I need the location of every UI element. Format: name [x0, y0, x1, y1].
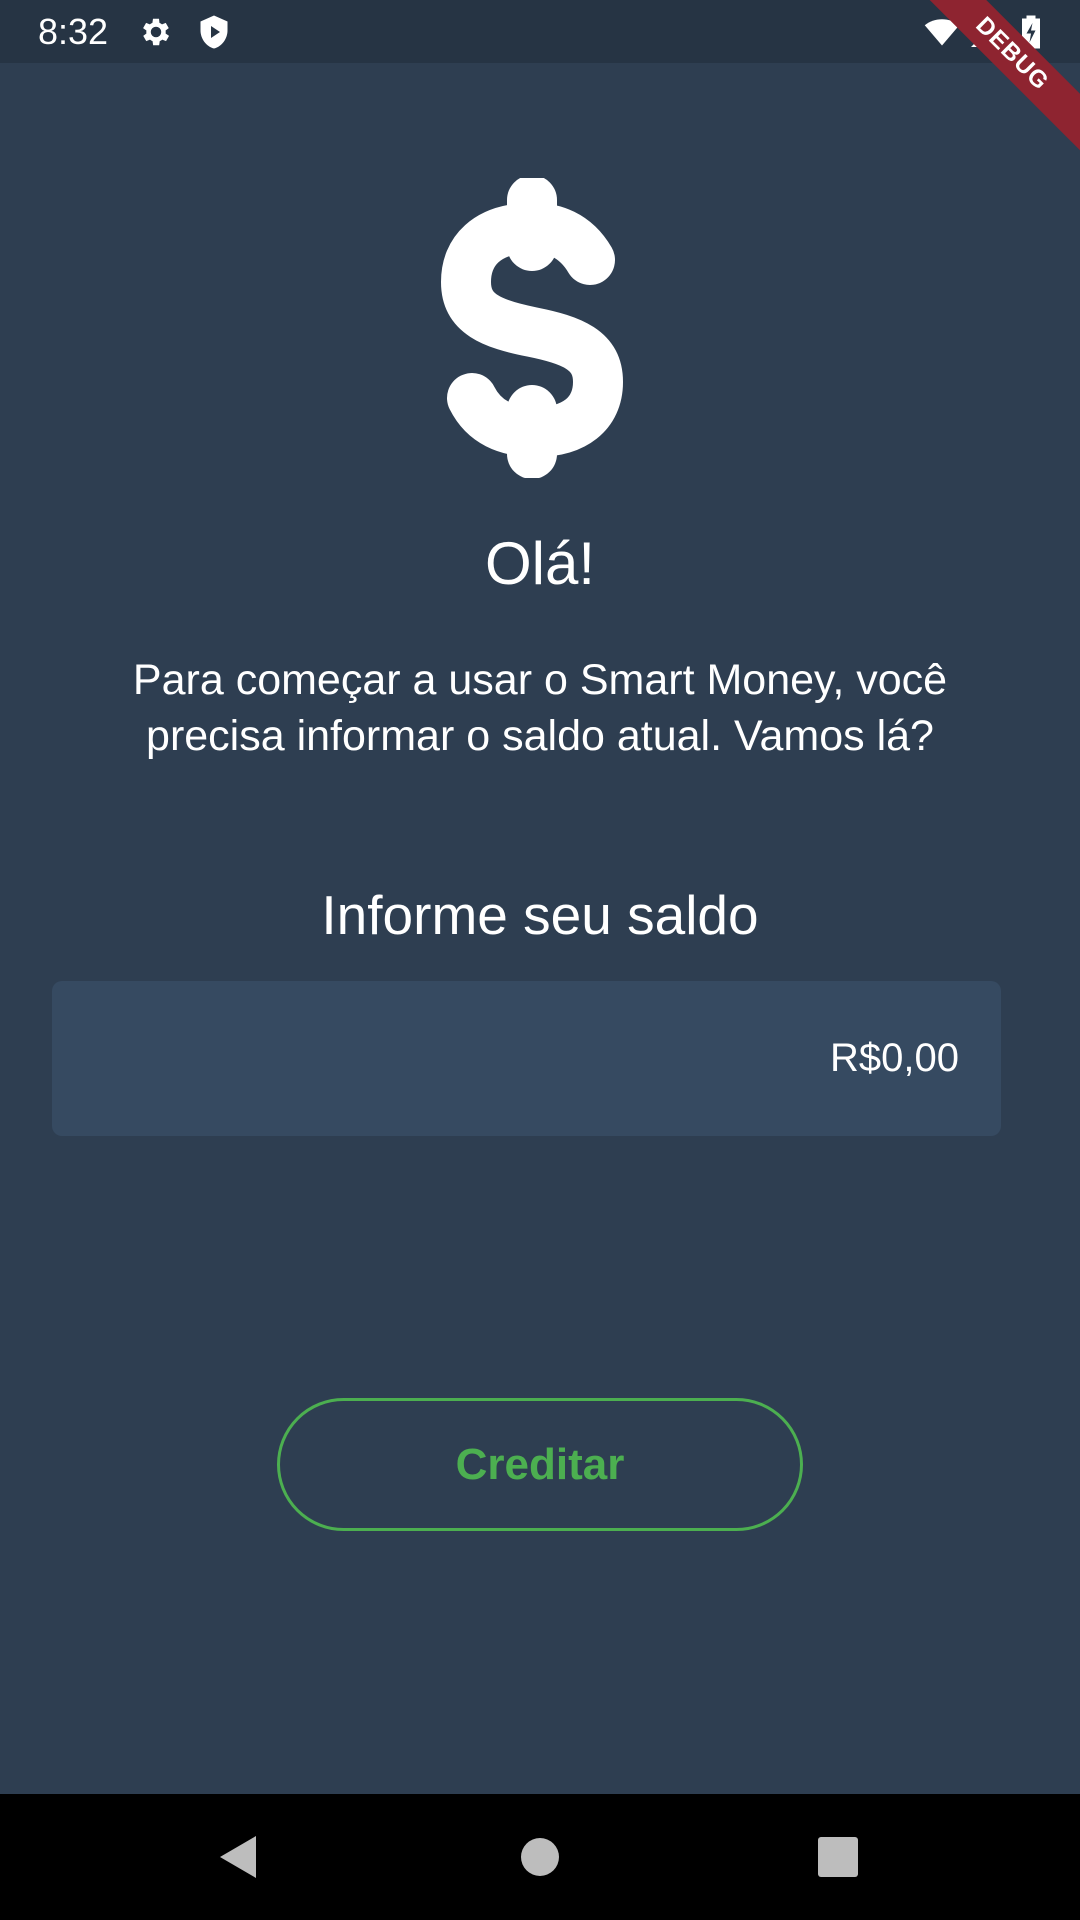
status-bar: 8:32 [0, 0, 1080, 63]
back-icon[interactable] [214, 1832, 264, 1882]
navigation-bar [0, 1794, 1080, 1920]
credit-button[interactable]: Creditar [277, 1398, 803, 1531]
shield-play-icon [196, 14, 232, 50]
balance-value: R$0,00 [830, 1036, 959, 1080]
status-time: 8:32 [38, 11, 109, 52]
balance-label: Informe seu saldo [321, 884, 759, 946]
home-icon[interactable] [515, 1832, 565, 1882]
gear-icon [138, 14, 174, 50]
credit-button-label: Creditar [455, 1439, 625, 1489]
screen: 8:32 DEBUG Olá! Para começar a usar o Sm… [0, 0, 1080, 1920]
dollar-icon [440, 178, 624, 478]
intro-text: Para começar a usar o Smart Money, você … [132, 656, 948, 760]
balance-input[interactable]: R$0,00 [52, 981, 1001, 1136]
greeting-title: Olá! [484, 530, 596, 597]
recents-icon[interactable] [813, 1832, 863, 1882]
